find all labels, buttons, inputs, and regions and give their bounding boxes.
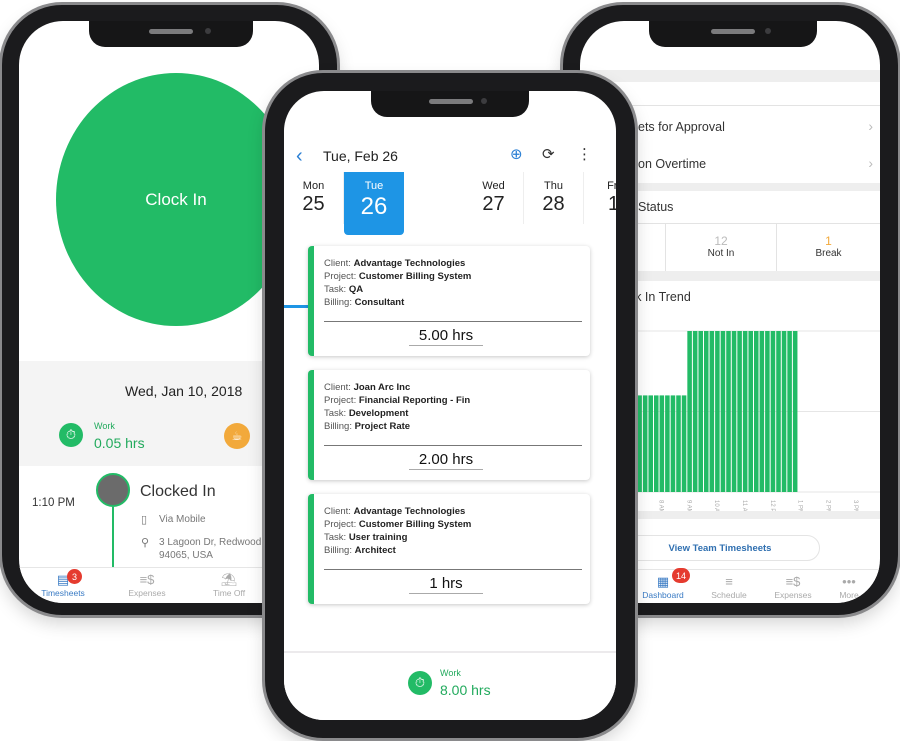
trend-bar	[637, 395, 642, 492]
trend-bar	[698, 331, 703, 492]
timeline-time: 1:10 PM	[32, 497, 75, 509]
phone-notch	[649, 21, 817, 47]
trend-bar	[765, 331, 770, 492]
timeline-address-2: 94065, USA	[159, 550, 213, 561]
tab-timesheets[interactable]: ▤ Timesheets	[33, 568, 93, 598]
trend-bar	[704, 331, 709, 492]
trend-bar	[742, 331, 748, 492]
trend-bar	[654, 395, 659, 492]
timeline-line	[112, 507, 114, 567]
trend-bar	[770, 331, 776, 492]
x-tick-label: 12 PM	[769, 500, 775, 511]
stopwatch-icon: ⏱	[408, 671, 432, 695]
trend-bar	[642, 395, 648, 492]
entry-hours: 2.00 hrs	[409, 451, 483, 470]
entry-hours: 5.00 hrs	[409, 327, 483, 346]
trend-bar	[676, 395, 681, 492]
header-date-title: Tue, Feb 26	[323, 148, 398, 164]
timeline-via: Via Mobile	[159, 514, 206, 525]
entry-hours: 1 hrs	[409, 575, 483, 594]
mobile-icon: ▯	[141, 514, 148, 526]
trend-bar	[748, 331, 753, 492]
timeline-title: Clocked In	[140, 483, 216, 500]
day-wed[interactable]: Wed 27	[464, 172, 524, 224]
phone-notch	[89, 21, 253, 47]
week-strip: Mon25 Wed27 Thu28 Fri1 Tue26	[284, 172, 616, 308]
phone-notch	[371, 91, 529, 117]
expenses-icon: ≡$	[785, 574, 801, 589]
device-avatar	[96, 473, 130, 507]
time-off-icon: ⛱	[220, 572, 238, 587]
time-entry-card[interactable]: Client: Advantage Technologies Project: …	[308, 246, 590, 356]
trend-bar	[648, 395, 653, 492]
chevron-right-icon: ›	[868, 155, 873, 171]
expenses-icon: ≡$	[139, 572, 155, 587]
trend-bar	[715, 331, 720, 492]
footer-work-label: Work	[440, 668, 461, 678]
x-tick-label: 3 PM	[852, 500, 858, 511]
chevron-left-icon[interactable]: ‹	[296, 145, 303, 167]
time-entry-card[interactable]: Client: Advantage Technologies Project: …	[308, 494, 590, 604]
refresh-icon[interactable]: ⟳	[542, 145, 555, 163]
tab-schedule[interactable]: ≡ Schedule	[698, 570, 760, 600]
trend-bar	[659, 395, 665, 492]
x-tick-label: 11 AM	[741, 500, 747, 511]
trend-bar	[670, 395, 676, 492]
view-team-timesheets-button[interactable]: View Team Timesheets	[620, 535, 820, 561]
day-fri[interactable]: Fri1	[584, 172, 616, 224]
clock-in-button[interactable]: Clock In	[56, 73, 296, 326]
x-tick-label: 8 AM	[658, 500, 664, 511]
timesheet-header: ‹ Tue, Feb 26 ⊕ ⟳ ⋮	[284, 141, 616, 173]
x-tick-label: 1 PM	[797, 500, 803, 511]
trend-bar	[787, 331, 792, 492]
trend-bar	[776, 331, 781, 492]
add-circle-icon[interactable]: ⊕	[510, 145, 523, 163]
tab-more[interactable]: ••• More	[826, 570, 872, 600]
dashboard-badge: 14	[672, 568, 691, 583]
day-mon[interactable]: Mon 25	[284, 172, 344, 224]
tab-time-off[interactable]: ⛱ Time Off	[199, 568, 259, 598]
timeline-address: 3 Lagoon Dr, Redwood	[159, 537, 262, 548]
status-break[interactable]: 1 Break	[777, 234, 880, 259]
x-tick-label: 9 AM	[685, 500, 691, 511]
chevron-right-icon: ›	[868, 118, 873, 134]
trend-bar	[754, 331, 759, 492]
stopwatch-icon: ⏱	[59, 423, 83, 447]
work-value: 0.05 hrs	[94, 435, 145, 451]
tab-expenses[interactable]: ≡$ Expenses	[117, 568, 177, 598]
more-horizontal-icon: •••	[842, 574, 856, 589]
summary-date: Wed, Jan 10, 2018	[125, 383, 243, 399]
trend-bar	[665, 395, 670, 492]
footer-work-value: 8.00 hrs	[440, 682, 491, 698]
schedule-icon: ≡	[725, 574, 733, 589]
trend-bar	[759, 331, 765, 492]
day-thu[interactable]: Thu 28	[524, 172, 584, 224]
more-vertical-icon[interactable]: ⋮	[577, 145, 592, 163]
time-entry-card[interactable]: Client: Joan Arc Inc Project: Financial …	[308, 370, 590, 480]
trend-bar	[731, 331, 737, 492]
tab-expenses[interactable]: ≡$ Expenses	[762, 570, 824, 600]
x-tick-label: 10 AM	[713, 500, 719, 511]
work-total-footer: ⏱ Work 8.00 hrs	[284, 651, 616, 720]
timesheet-icon: ▤	[56, 572, 70, 587]
x-tick-label: 2 PM	[824, 500, 830, 511]
break-cup-icon: ☕	[224, 423, 250, 449]
center-phone-screen: ‹ Tue, Feb 26 ⊕ ⟳ ⋮ Mon 25 Wed 27 Thu 28 Fr…	[284, 91, 616, 720]
trend-bar	[709, 331, 715, 492]
trend-bar	[681, 395, 687, 492]
trend-bar	[781, 331, 787, 492]
trend-bar	[737, 331, 742, 492]
center-phone-mockup: ‹ Tue, Feb 26 ⊕ ⟳ ⋮ Mon 25 Wed 27 Thu 28 Fr…	[265, 73, 635, 738]
timesheets-badge: 3	[67, 569, 82, 584]
trend-bar	[792, 331, 798, 492]
status-not-in[interactable]: 12 Not In	[666, 234, 776, 259]
trend-bar	[692, 331, 698, 492]
trend-bar	[687, 331, 692, 492]
work-label: Work	[94, 421, 115, 431]
location-pin-icon: ⚲	[141, 537, 150, 549]
trend-bar	[720, 331, 726, 492]
trend-bar	[726, 331, 731, 492]
day-tue-selected[interactable]: Tue 26	[344, 172, 404, 235]
